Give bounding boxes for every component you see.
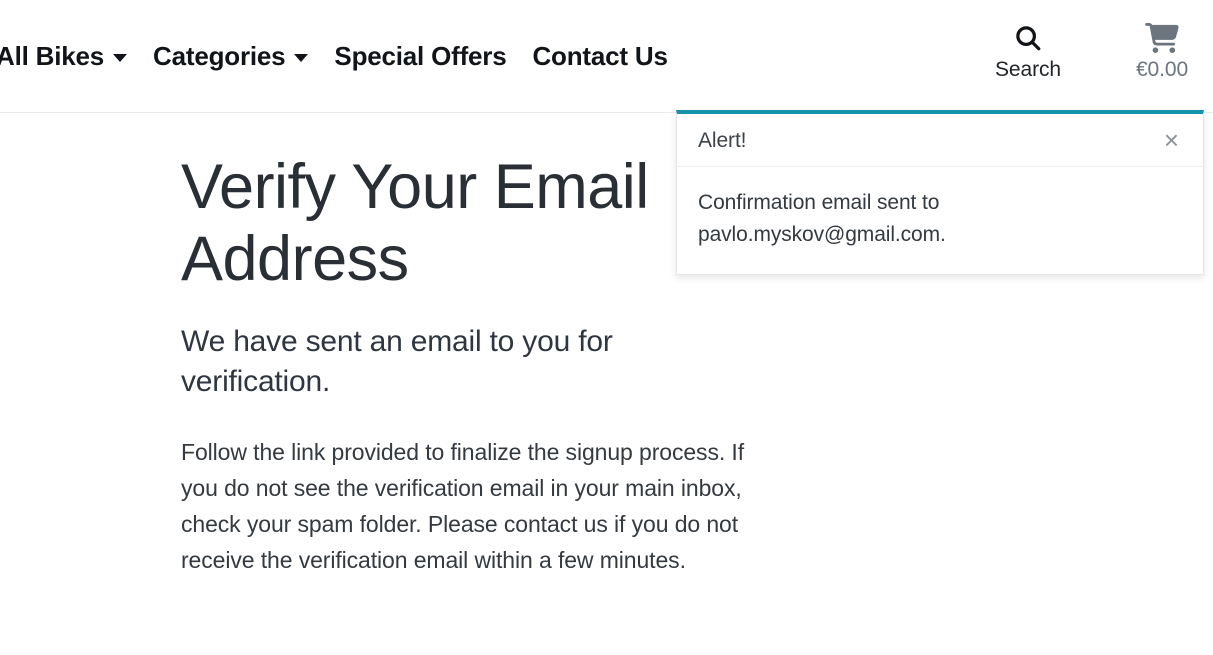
search-icon <box>1013 23 1043 53</box>
close-icon[interactable]: × <box>1162 127 1181 153</box>
alert-title: Alert! <box>698 128 747 152</box>
nav-item-special-offers[interactable]: Special Offers <box>334 43 506 69</box>
main-navigation: All Bikes Categories Special Offers Cont… <box>0 43 668 69</box>
search-label: Search <box>995 58 1061 81</box>
alert-header: Alert! × <box>677 114 1203 167</box>
cart-button[interactable]: €0.00 <box>1119 23 1205 80</box>
shopping-cart-icon <box>1145 23 1179 53</box>
lead-paragraph: We have sent an email to you for verific… <box>181 324 613 398</box>
nav-list: All Bikes Categories Special Offers Cont… <box>0 43 668 69</box>
nav-item-label: Special Offers <box>334 41 507 71</box>
cart-total: €0.00 <box>1135 58 1189 81</box>
nav-item-label: All Bikes <box>0 41 105 71</box>
nav-item-contact-us[interactable]: Contact Us <box>532 43 667 69</box>
nav-item-label: Contact Us <box>532 41 668 71</box>
page-title: Verify Your Email Address <box>181 152 649 295</box>
chevron-down-icon <box>113 54 128 62</box>
site-header: All Bikes Categories Special Offers Cont… <box>0 0 1213 113</box>
chevron-down-icon <box>294 54 309 62</box>
nav-item-categories[interactable]: Categories <box>153 41 309 71</box>
search-button[interactable]: Search <box>985 23 1071 80</box>
body-paragraph: Follow the link provided to finalize the… <box>181 438 745 573</box>
header-utilities: Search €0.00 <box>985 0 1205 113</box>
nav-item-all-bikes[interactable]: All Bikes <box>0 41 128 71</box>
alert-message: Confirmation email sent to pavlo.myskov@… <box>698 191 946 246</box>
nav-item-label: Categories <box>153 41 286 71</box>
alert-toast: Alert! × Confirmation email sent to pavl… <box>676 110 1204 275</box>
